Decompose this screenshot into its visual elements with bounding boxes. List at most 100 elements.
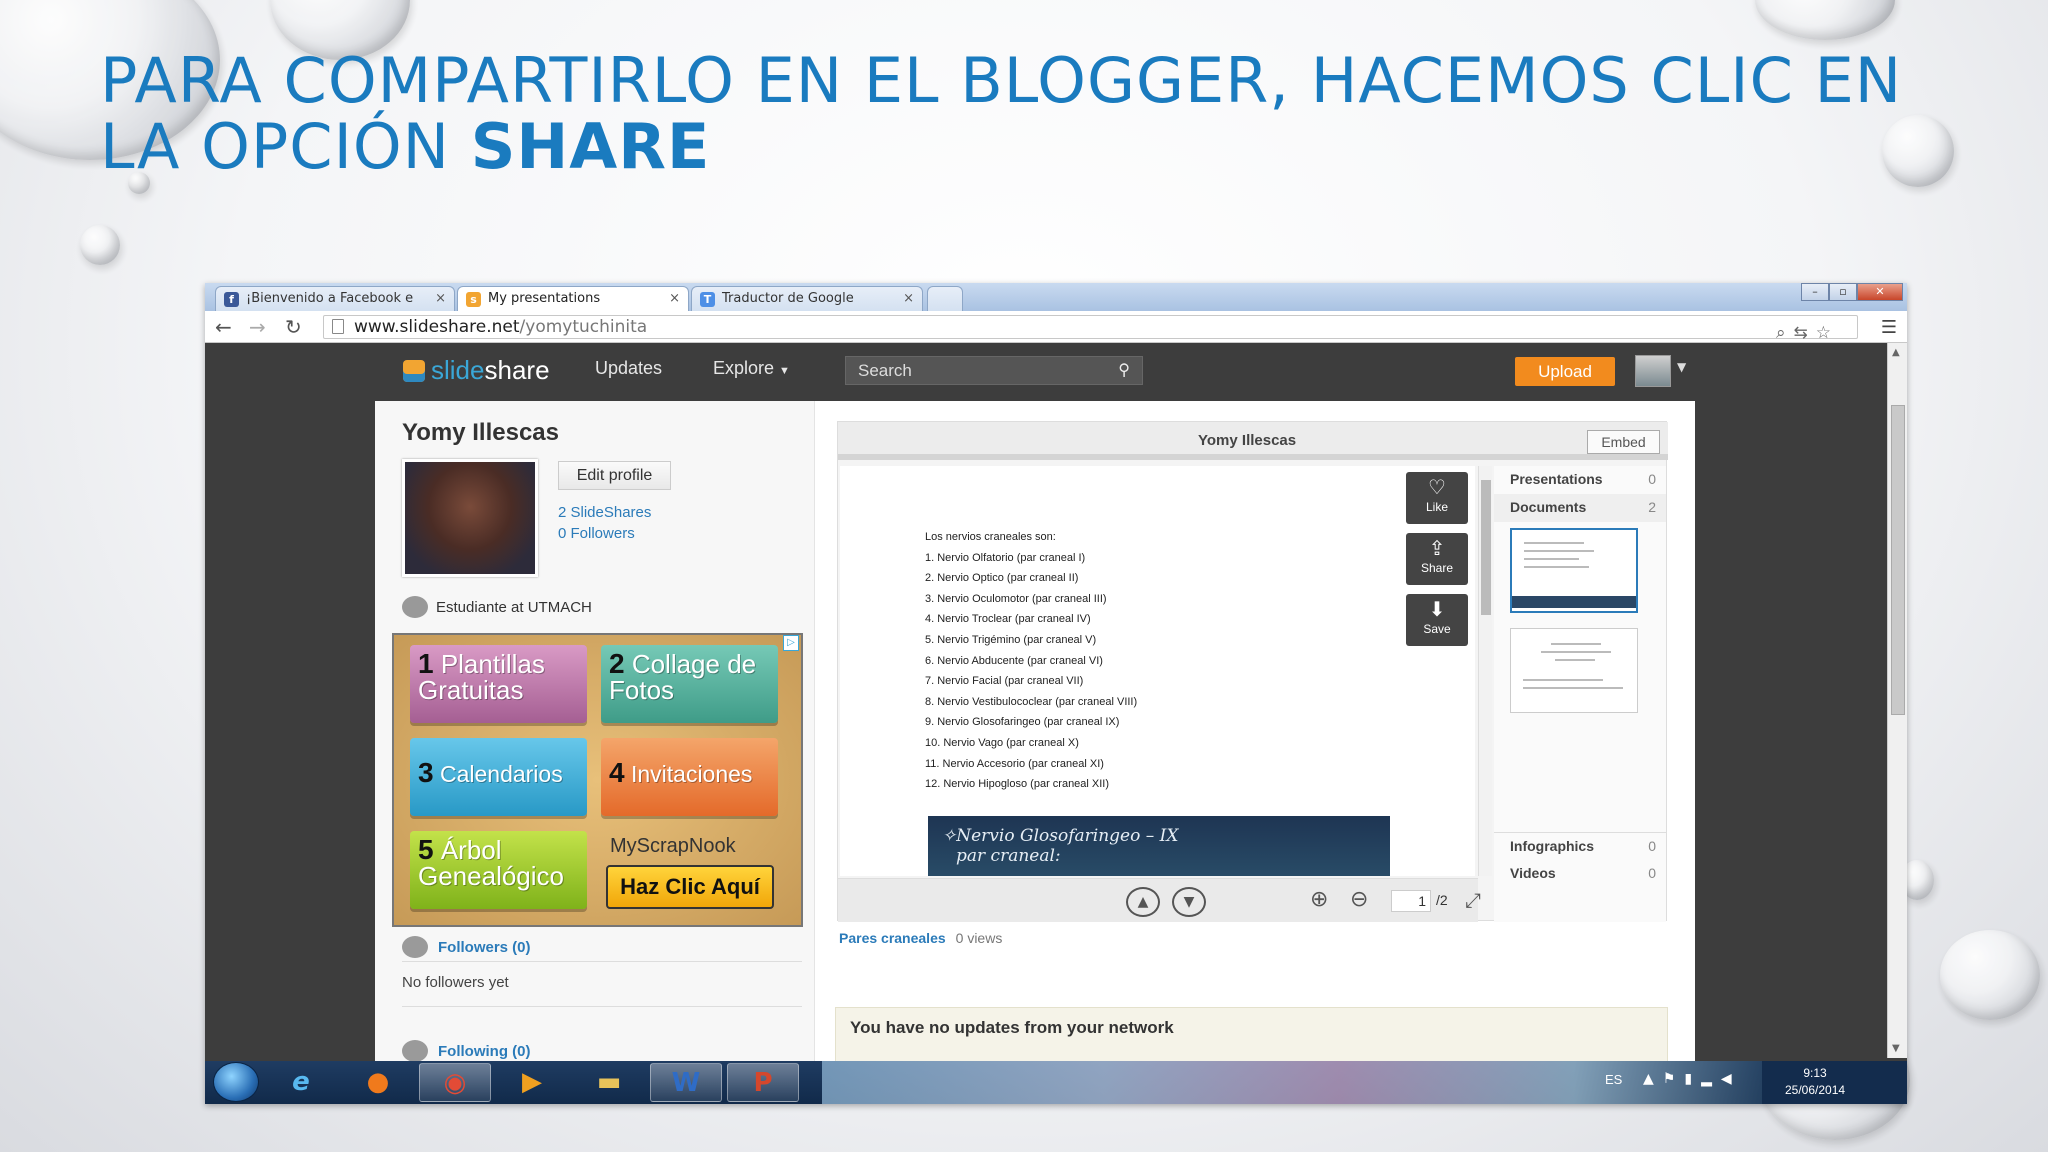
media-player-icon[interactable]: ▶ [496,1063,568,1102]
tab-my-presentations[interactable]: s My presentations × [457,286,689,311]
chrome-menu-icon[interactable]: ☰ [1881,317,1897,338]
search-icon[interactable]: ⚲ [1118,360,1130,380]
language-indicator[interactable]: ES [1605,1072,1622,1087]
thumb-line [1524,550,1594,552]
scroll-down-icon[interactable]: ▼ [1892,1043,1900,1054]
nav-updates[interactable]: Updates [595,358,662,379]
viewer-scrollbar[interactable] [1478,466,1492,876]
slideshare-navbar: slideshare Updates Explore ▼ Search ⚲ Upl… [205,343,1887,395]
slideshare-logo-icon [403,360,425,382]
advertisement[interactable]: ▷ 1 Plantillas Gratuitas 2 Collage de Fo… [392,633,803,927]
embed-button[interactable]: Embed [1587,430,1660,454]
clock[interactable]: 9:13 25/06/2014 [1785,1065,1845,1099]
ad-tile[interactable]: 2 Collage de Fotos [601,645,778,723]
page-number-input[interactable]: 1 [1391,890,1431,912]
start-button[interactable] [213,1062,259,1102]
window-close-icon[interactable]: ✕ [1857,283,1903,301]
slideshare-logo[interactable]: slideshare [403,355,550,386]
network-icon[interactable]: ▂ [1701,1071,1721,1087]
videos-filter[interactable]: Videos 0 [1494,860,1666,888]
following-heading[interactable]: Following (0) [402,1040,531,1062]
upload-button[interactable]: Upload [1515,357,1615,386]
tab-google-translate[interactable]: T Traductor de Google × [691,286,923,311]
tile-text: Plantillas Gratuitas [418,649,545,705]
zoom-in-icon[interactable]: ⊕ [1310,887,1328,912]
followers-count-link[interactable]: 0 Followers [558,525,635,542]
file-explorer-icon[interactable]: ▬ [573,1063,645,1102]
doc-line: 3. Nervio Oculomotor (par craneal III) [925,592,1107,605]
thumb-band [1512,596,1636,608]
ad-tile[interactable]: 3 Calendarios [410,738,587,816]
ad-cta-button[interactable]: Haz Clic Aquí [606,865,774,909]
new-tab-button[interactable] [927,286,963,311]
volume-icon[interactable]: ◀ [1721,1071,1741,1087]
close-icon[interactable]: × [669,291,680,306]
minimize-icon[interactable]: – [1801,283,1829,301]
next-page-icon[interactable]: ▼ [1172,887,1206,917]
close-icon[interactable]: × [435,291,446,306]
ad-tile[interactable]: 1 Plantillas Gratuitas [410,645,587,723]
back-icon[interactable]: ← [215,315,232,339]
forward-icon[interactable]: → [249,315,266,339]
profile-photo[interactable] [402,459,538,577]
doc-heading: Los nervios craneales son: [925,531,1056,543]
document-page[interactable]: Los nervios craneales son: 1. Nervio Olf… [840,466,1475,876]
internet-explorer-icon[interactable]: e [265,1063,337,1102]
scroll-up-icon[interactable]: ▲ [1892,347,1900,358]
save-button[interactable]: ⬇ Save [1406,594,1468,646]
document-thumbnail[interactable] [1510,528,1638,613]
viewer-scroll-thumb[interactable] [1481,480,1491,615]
content-type-list-bottom: Infographics 0 Videos 0 [1494,832,1666,922]
tab-label: Traductor de Google [722,291,854,306]
ad-tile[interactable]: 4 Invitaciones [601,738,778,816]
views-count: 0 views [955,930,1003,946]
slideshares-count-link[interactable]: 2 SlideShares [558,504,651,521]
share-label: Share [1420,561,1454,575]
chrome-icon[interactable]: ◉ [419,1063,491,1102]
document-thumbnail[interactable] [1510,628,1638,713]
close-icon[interactable]: × [903,291,914,306]
filter-label: Presentations [1510,471,1603,487]
search-input[interactable]: Search ⚲ [845,356,1143,385]
documents-filter[interactable]: Documents 2 [1494,494,1666,522]
share-button[interactable]: ⇪ Share [1406,533,1468,585]
tab-facebook[interactable]: f ¡Bienvenido a Facebook e × [215,286,455,311]
following-heading-text: Following (0) [438,1043,531,1060]
firefox-icon[interactable]: ● [342,1063,414,1102]
like-button[interactable]: ♡ Like [1406,472,1468,524]
power-icon[interactable]: ▮ [1684,1071,1701,1087]
adchoices-icon[interactable]: ▷ [783,635,799,651]
windows-taskbar: e ● ◉ ▶ ▬ W P ES ▲⚑▮▂◀ 9:13 25/06/2014 [205,1061,1907,1104]
word-icon[interactable]: W [650,1063,722,1102]
maximize-icon[interactable]: ▫ [1829,283,1857,301]
zoom-out-icon[interactable]: ⊖ [1350,887,1368,912]
previous-page-icon[interactable]: ▲ [1126,887,1160,917]
caret-down-icon[interactable]: ▼ [1677,360,1686,374]
user-avatar[interactable] [1635,355,1671,387]
occupation: Estudiante at UTMACH [402,596,592,618]
nav-explore[interactable]: Explore ▼ [713,358,790,379]
url-field[interactable]: www.slideshare.net/yomytuchinita ⌕⇆☆ [323,315,1858,343]
presentations-filter[interactable]: Presentations 0 [1494,466,1666,494]
flag-icon[interactable]: ⚑ [1663,1071,1685,1087]
profile-sidebar: Yomy Illescas Edit profile 2 SlideShares… [375,401,815,1062]
infographics-filter[interactable]: Infographics 0 [1494,832,1666,860]
url-path: /yomytuchinita [519,317,648,337]
document-title-link[interactable]: Pares craneales [839,930,946,946]
zoom-icon[interactable]: ⌕ [1776,323,1794,343]
filter-label: Infographics [1510,838,1595,854]
fullscreen-icon[interactable]: ⤢ [1465,888,1481,912]
bubble-decoration [1940,930,2040,1020]
ad-tile[interactable]: 5 Árbol Genealógico [410,831,587,909]
edit-profile-button[interactable]: Edit profile [558,461,671,490]
scrollbar-thumb[interactable] [1891,405,1905,715]
page-scrollbar[interactable]: ▲ ▼ [1887,343,1907,1058]
followers-heading[interactable]: Followers (0) [402,936,531,958]
slide-title: PARA COMPARTIRLO EN EL BLOGGER, HACEMOS … [100,48,1920,180]
translate-icon[interactable]: ⇆ [1794,323,1816,343]
reload-icon[interactable]: ↻ [285,315,302,339]
show-hidden-icon[interactable]: ▲ [1643,1071,1663,1087]
document-meta: Pares craneales 0 views [839,930,1002,946]
star-icon[interactable]: ☆ [1816,323,1839,343]
powerpoint-icon[interactable]: P [727,1063,799,1102]
